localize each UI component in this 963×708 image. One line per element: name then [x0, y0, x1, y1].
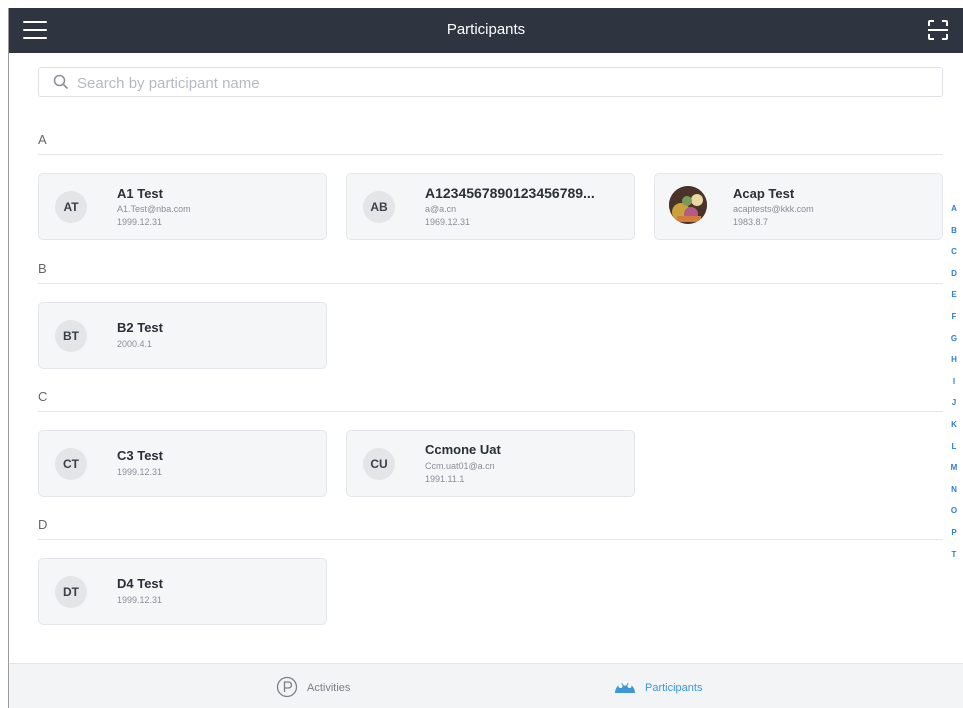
- page-title: Participants: [446, 21, 526, 38]
- index-letter[interactable]: T: [947, 550, 961, 572]
- participant-card[interactable]: AT A1 Test A1.Test@nba.com 1999.12.31: [38, 173, 327, 240]
- index-letter[interactable]: H: [947, 355, 961, 377]
- tab-label: Activities: [307, 682, 351, 694]
- participant-name: B2 Test: [117, 320, 163, 335]
- index-letter[interactable]: J: [947, 398, 961, 420]
- index-letter[interactable]: A: [947, 204, 961, 226]
- scan-icon[interactable]: [927, 19, 949, 41]
- participant-name: C3 Test: [117, 448, 163, 463]
- section-letter-b: B: [38, 261, 47, 276]
- participant-email: a@a.cn: [425, 204, 457, 214]
- avatar: CU: [363, 448, 395, 480]
- tab-participants[interactable]: Participants: [613, 678, 723, 698]
- search-icon: [53, 74, 69, 90]
- tab-activities[interactable]: Activities: [276, 676, 366, 698]
- participant-name: A1234567890123456789...: [425, 185, 595, 201]
- index-letter[interactable]: F: [947, 312, 961, 334]
- index-letter[interactable]: M: [947, 463, 961, 485]
- index-letter[interactable]: P: [947, 528, 961, 550]
- section-letter-a: A: [38, 132, 47, 147]
- index-letter[interactable]: K: [947, 420, 961, 442]
- participant-email: Ccm.uat01@a.cn: [425, 461, 495, 471]
- participant-name: D4 Test: [117, 576, 163, 591]
- participant-email: A1.Test@nba.com: [117, 204, 191, 214]
- search-box[interactable]: [38, 67, 943, 97]
- avatar-photo: [669, 186, 707, 224]
- avatar: BT: [55, 320, 87, 352]
- participant-card[interactable]: AB A1234567890123456789... a@a.cn 1969.1…: [346, 173, 635, 240]
- participant-card[interactable]: DT D4 Test 1999.12.31: [38, 558, 327, 625]
- avatar: DT: [55, 576, 87, 608]
- participant-card[interactable]: Acap Test acaptests@kkk.com 1983.8.7: [654, 173, 943, 240]
- participant-name: Acap Test: [733, 186, 795, 201]
- participant-birthdate: 1999.12.31: [117, 217, 163, 227]
- index-letter[interactable]: N: [947, 485, 961, 507]
- participant-birthdate: 1983.8.7: [733, 217, 769, 227]
- section-divider: [38, 283, 943, 284]
- section-letter-c: C: [38, 389, 48, 404]
- index-letter[interactable]: E: [947, 290, 961, 312]
- participant-name: A1 Test: [117, 186, 163, 201]
- app-frame: Participants A AT A1 Test A1.Test@nba.co…: [8, 8, 963, 708]
- index-letter[interactable]: B: [947, 226, 961, 248]
- participant-birthdate: 2000.4.1: [117, 339, 153, 349]
- participant-card[interactable]: CT C3 Test 1999.12.31: [38, 430, 327, 497]
- avatar: AT: [55, 191, 87, 223]
- section-divider: [38, 154, 943, 155]
- top-bar: Participants: [9, 8, 963, 53]
- avatar: AB: [363, 191, 395, 223]
- alphabet-index[interactable]: A B C D E F G H I J K L M N O P T: [947, 204, 961, 571]
- participant-card[interactable]: BT B2 Test 2000.4.1: [38, 302, 327, 369]
- participant-email: acaptests@kkk.com: [733, 204, 814, 214]
- section-divider: [38, 539, 943, 540]
- tab-label: Participants: [645, 682, 703, 694]
- section-divider: [38, 411, 943, 412]
- bottom-tab-bar: Activities Participants: [9, 663, 963, 708]
- participant-name: Ccmone Uat: [425, 442, 501, 457]
- participant-birthdate: 1969.12.31: [425, 217, 471, 227]
- index-letter[interactable]: C: [947, 247, 961, 269]
- index-letter[interactable]: O: [947, 506, 961, 528]
- section-letter-d: D: [38, 517, 48, 532]
- participant-birthdate: 1999.12.31: [117, 467, 163, 477]
- participant-birthdate: 1991.11.1: [425, 474, 465, 484]
- index-letter[interactable]: I: [947, 377, 961, 399]
- index-letter[interactable]: D: [947, 269, 961, 291]
- participant-birthdate: 1999.12.31: [117, 595, 163, 605]
- index-letter[interactable]: G: [947, 334, 961, 356]
- avatar: CT: [55, 448, 87, 480]
- participants-icon: [613, 675, 637, 702]
- activities-icon: [276, 676, 298, 703]
- participant-card[interactable]: CU Ccmone Uat Ccm.uat01@a.cn 1991.11.1: [346, 430, 635, 497]
- next-section-peek: –: [38, 644, 48, 648]
- index-letter[interactable]: L: [947, 442, 961, 464]
- search-input[interactable]: [75, 72, 919, 94]
